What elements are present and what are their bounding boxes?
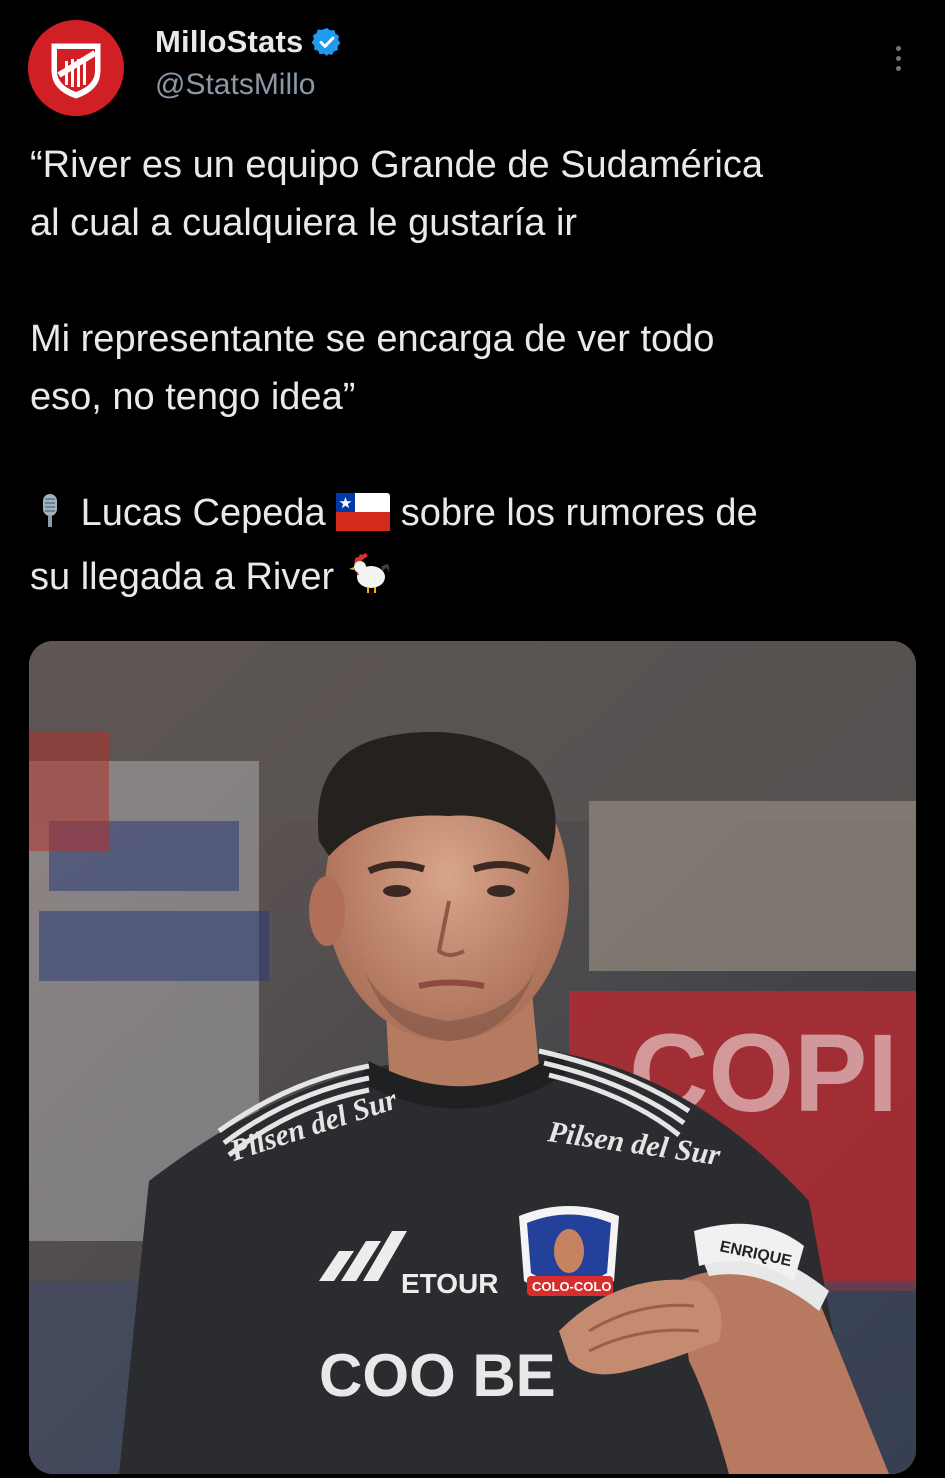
- author-handle[interactable]: @StatsMillo: [155, 68, 316, 102]
- tweet-text-segment: sobre los rumores de: [400, 492, 758, 534]
- river-plate-crest-icon: [51, 43, 101, 99]
- microphone-icon: [30, 490, 70, 548]
- tweet-line: Lucas Cepeda sobre los rumores de: [30, 484, 920, 548]
- crest-label: COLO-COLO: [532, 1279, 611, 1294]
- display-name[interactable]: MilloStats: [155, 24, 303, 60]
- jersey-front-text: COO BE: [319, 1342, 556, 1409]
- author-name-row: MilloStats: [155, 24, 343, 60]
- tweet-line: “River es un equipo Grande de Sudamérica: [30, 144, 763, 186]
- avatar[interactable]: [28, 20, 124, 116]
- chile-flag-icon: [336, 490, 391, 548]
- tweet-line: su llegada a River: [30, 548, 920, 612]
- tweet-line: Mi representante se encarga de ver todo: [30, 318, 715, 360]
- player-name: Lucas Cepeda: [80, 492, 326, 534]
- tweet-photo[interactable]: COPI Pilsen del Sur Pilsen del Sur ETOUR…: [29, 641, 916, 1474]
- more-options-icon[interactable]: [878, 38, 918, 78]
- jersey-brand: ETOUR: [401, 1268, 499, 1299]
- verified-badge-icon[interactable]: [311, 26, 343, 58]
- tweet-text: “River es un equipo Grande de Sudamérica…: [30, 136, 920, 612]
- dot: [895, 65, 901, 71]
- dot: [895, 45, 901, 51]
- tweet-line: al cual a cualquiera le gustaría ir: [30, 202, 578, 244]
- dot: [895, 55, 901, 61]
- colo-colo-crest: COLO-COLO: [519, 1206, 619, 1296]
- tweet-line: eso, no tengo idea”: [30, 376, 356, 418]
- rooster-icon: [345, 551, 393, 612]
- tweet-text-segment: su llegada a River: [30, 556, 335, 598]
